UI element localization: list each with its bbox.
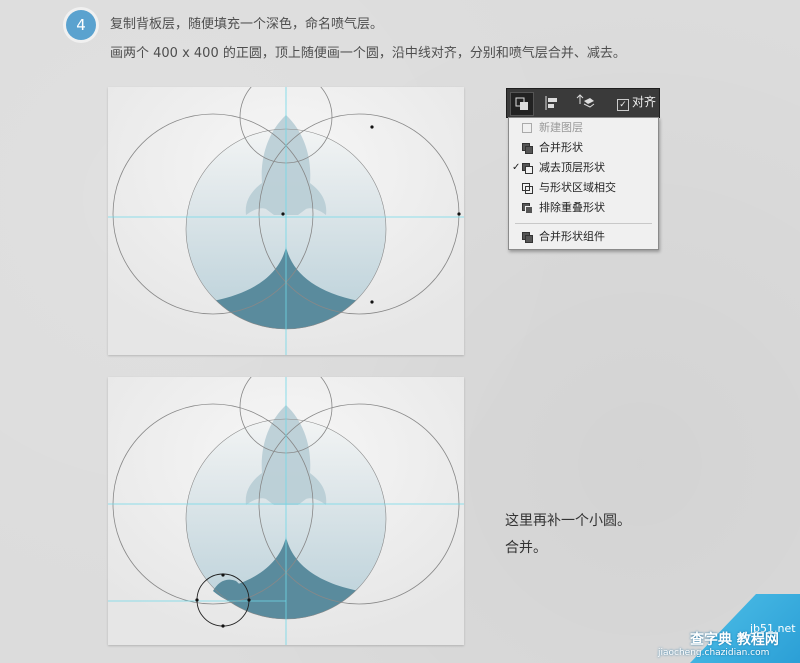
menu-item-subtract-front-shape[interactable]: ✓ 减去顶层形状 (509, 158, 658, 178)
watermark-title: 查字典 教程网 (690, 632, 779, 648)
path-operations-button[interactable] (510, 92, 534, 116)
align-left-icon (545, 96, 557, 110)
align-edges-checkbox[interactable]: ✓ 对齐 (617, 93, 656, 111)
menu-divider (515, 223, 652, 224)
rocket-construction-diagram-2 (108, 377, 464, 645)
step-instruction-line2: 画两个 400 x 400 的正圆，顶上随便画一个圆，沿中线对齐，分别和喷气层合… (110, 46, 626, 61)
intersect-shapes-icon (522, 183, 533, 194)
path-operations-menu: 新建图层 合并形状 ✓ 减去顶层形状 与形状区域相交 排除重叠形状 合并形状组件 (508, 117, 659, 250)
checkbox-icon: ✓ (617, 99, 629, 111)
rocket-construction-diagram-1 (108, 87, 464, 355)
menu-item-intersect-shapes[interactable]: 与形状区域相交 (509, 178, 658, 198)
menu-item-merge-shape-components[interactable]: 合并形状组件 (509, 227, 658, 247)
checkbox-label: 对齐 (632, 95, 657, 109)
photoshop-options-toolbar: ✓ 对齐 (506, 88, 660, 118)
site-watermark: jb51.net 查字典 教程网 jiaocheng.chazidian.com (650, 594, 800, 663)
note-merge: 合并。 (505, 540, 547, 556)
menu-item-combine-shapes[interactable]: 合并形状 (509, 138, 658, 158)
menu-item-exclude-overlap[interactable]: 排除重叠形状 (509, 198, 658, 218)
arrange-layers-icon (576, 94, 595, 108)
step-instruction-line1: 复制背板层，随便填充一个深色，命名喷气层。 (110, 17, 384, 32)
new-layer-icon (522, 123, 532, 133)
subtract-shape-icon (522, 163, 533, 174)
checkmark-icon: ✓ (512, 162, 521, 173)
note-add-small-circle: 这里再补一个小圆。 (505, 513, 631, 529)
path-arrangement-button[interactable] (572, 92, 596, 114)
watermark-subdomain: jiaocheng.chazidian.com (658, 648, 770, 658)
path-alignment-button[interactable] (541, 92, 563, 114)
step-number-badge: 4 (66, 10, 96, 40)
path-operations-icon (515, 97, 528, 110)
merge-components-icon (522, 232, 533, 243)
illustration-panel-subtract (108, 87, 464, 355)
exclude-overlap-icon (522, 203, 533, 214)
illustration-panel-merge (108, 377, 464, 645)
combine-shapes-icon (522, 143, 533, 154)
menu-item-new-layer[interactable]: 新建图层 (509, 118, 658, 138)
